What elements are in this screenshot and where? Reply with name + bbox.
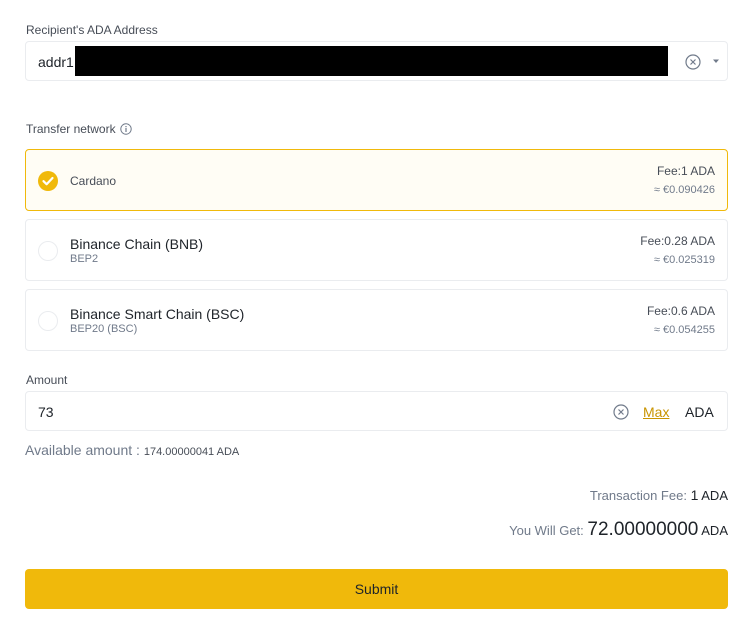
network-fee-eur: ≈ €0.025319 [653,254,715,266]
you-will-get-line: You Will Get: 72.00000000 ADA [509,519,728,541]
amount-input[interactable]: 73 Max ADA [25,391,728,431]
caret-down-icon[interactable] [711,55,721,67]
network-sub: BEP20 (BSC) [70,323,138,335]
you-will-get-value: 72.00000000 [587,519,699,540]
recipient-address-value: addr1 [38,54,74,70]
network-option-cardano[interactable]: Cardano Fee:1 ADA ≈ €0.090426 [25,149,728,211]
transfer-network-label: Transfer network [26,122,132,136]
clear-icon[interactable] [685,54,701,70]
network-option-binance-chain[interactable]: Binance Chain (BNB) BEP2 Fee:0.28 ADA ≈ … [25,219,728,281]
network-fee-eur: ≈ €0.054255 [653,324,715,336]
transaction-fee-label: Transaction Fee: [589,488,687,503]
available-amount: Available amount : 174.00000041 ADA [25,442,239,458]
available-amount-value: 174.00000041 ADA [143,446,240,458]
network-name: Binance Chain (BNB) [70,236,204,252]
transfer-network-text: Transfer network [26,122,116,136]
transaction-fee-value: 1 [690,487,699,503]
you-will-get-label: You Will Get: [509,523,584,538]
network-name: Cardano [70,174,117,188]
you-will-get-unit: ADA [701,523,728,538]
network-fee-eur: ≈ €0.090426 [653,184,715,196]
available-amount-label: Available amount : [25,442,140,458]
recipient-address-input[interactable]: addr1 [25,41,728,81]
info-icon[interactable] [119,123,132,135]
radio-unchecked-icon[interactable] [38,311,58,331]
amount-value: 73 [38,404,54,420]
network-fee: Fee:0.28 ADA [640,234,715,248]
amount-label: Amount [26,373,68,387]
amount-unit: ADA [685,404,714,420]
redacted-address-block [75,46,668,76]
network-option-binance-smart-chain[interactable]: Binance Smart Chain (BSC) BEP20 (BSC) Fe… [25,289,728,351]
radio-unchecked-icon[interactable] [38,241,58,261]
network-sub: BEP2 [70,253,99,265]
clear-icon[interactable] [613,404,629,420]
network-fee: Fee:0.6 ADA [646,304,715,318]
network-fee: Fee:1 ADA [656,164,715,178]
max-link[interactable]: Max [643,404,669,420]
transaction-fee-line: Transaction Fee: 1 ADA [590,487,728,503]
transaction-fee-unit: ADA [701,488,728,503]
recipient-address-label: Recipient's ADA Address [26,23,158,37]
radio-checked-icon[interactable] [38,171,58,191]
submit-button[interactable]: Submit [25,569,728,609]
network-name: Binance Smart Chain (BSC) [70,306,245,322]
